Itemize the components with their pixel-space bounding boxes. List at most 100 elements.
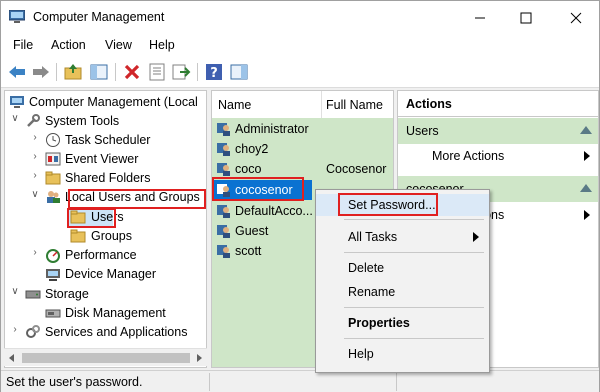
tree-item-disk-management[interactable]: Disk Management (5, 304, 205, 323)
event-viewer-icon (45, 152, 61, 166)
scroll-left-icon[interactable] (8, 354, 16, 362)
menu-view[interactable]: View (105, 38, 132, 52)
actions-section-users[interactable]: Users (398, 118, 598, 144)
user-name: cocosenor (235, 183, 293, 197)
computer-icon (10, 96, 24, 108)
tree-item-system-tools[interactable]: ∨ System Tools (5, 112, 205, 131)
menu-bar: File Action View Help (1, 34, 599, 56)
computer-management-window: Computer Management File Action View Hel… (0, 0, 600, 392)
expanded-chevron-icon[interactable]: ∨ (9, 113, 21, 127)
user-name: coco (235, 162, 262, 176)
user-row-coco[interactable]: coco Cocosenor (212, 159, 393, 179)
menu-help[interactable]: Help (149, 38, 175, 52)
user-icon (217, 225, 230, 238)
column-header-label: Full Name (326, 98, 383, 112)
forward-arrow-icon[interactable] (31, 62, 51, 82)
tree-item-shared-folders[interactable]: › Shared Folders (5, 169, 205, 188)
collapse-triangle-icon[interactable] (580, 126, 592, 134)
column-header-full-name[interactable]: Full Name (322, 91, 393, 118)
expanded-chevron-icon[interactable]: ∨ (29, 189, 41, 203)
properties-icon[interactable] (147, 62, 167, 82)
maximize-button[interactable] (503, 1, 549, 34)
delete-icon[interactable] (122, 62, 142, 82)
column-header-name[interactable]: Name (212, 91, 322, 118)
menu-item-all-tasks[interactable]: All Tasks (316, 226, 489, 248)
menu-item-label: All Tasks (348, 230, 398, 244)
tree-item-services-applications[interactable]: › Services and Applications (5, 323, 205, 342)
help-icon[interactable]: ? (204, 62, 224, 82)
tree-item-storage[interactable]: ∨ Storage (5, 285, 205, 304)
menu-item-rename[interactable]: Rename (316, 281, 489, 303)
submenu-arrow-icon (584, 210, 590, 220)
menu-item-label: Delete (348, 261, 385, 275)
collapsed-chevron-icon[interactable]: › (29, 170, 41, 184)
scrollbar-thumb[interactable] (22, 353, 190, 363)
action-label: More Actions (432, 149, 505, 163)
menu-action[interactable]: Action (51, 38, 86, 52)
menu-item-properties[interactable]: Properties (316, 312, 489, 334)
svg-text:?: ? (210, 66, 218, 81)
tree-item-performance[interactable]: › Performance (5, 246, 205, 265)
back-arrow-icon[interactable] (7, 62, 27, 82)
expanded-chevron-icon[interactable]: ∨ (9, 286, 21, 300)
folder-icon (70, 210, 86, 224)
user-icon (217, 163, 230, 176)
menu-file[interactable]: File (13, 38, 33, 52)
tools-icon (27, 114, 40, 127)
collapsed-chevron-icon[interactable]: › (29, 151, 41, 165)
user-icon (217, 184, 230, 197)
status-text: Set the user's password. (6, 375, 143, 389)
users-group-icon (47, 191, 60, 203)
column-header-label: Name (218, 98, 252, 112)
menu-item-label: Rename (348, 285, 396, 299)
user-row-cocosenor[interactable]: cocosenor (212, 180, 312, 200)
user-name: Administrator (235, 122, 309, 136)
tree-item-computer-management[interactable]: Computer Management (Local (5, 93, 205, 112)
tree-item-event-viewer[interactable]: › Event Viewer (5, 150, 205, 169)
submenu-arrow-icon (584, 151, 590, 161)
window-title: Computer Management (33, 10, 165, 24)
tree-horizontal-scrollbar[interactable] (4, 348, 207, 366)
status-bar: Set the user's password. (1, 370, 599, 392)
user-icon (217, 143, 230, 156)
show-hide-tree-icon[interactable] (89, 62, 109, 82)
maximize-icon (520, 12, 532, 23)
menu-item-label: Help (348, 347, 374, 361)
tree-item-local-users-groups[interactable]: ∨ Local Users and Groups (5, 188, 205, 207)
tree-label: Event Viewer (65, 152, 139, 166)
performance-icon (46, 249, 60, 263)
collapsed-chevron-icon[interactable]: › (29, 247, 41, 261)
menu-item-set-password[interactable]: Set Password... (316, 194, 489, 216)
tree-item-device-manager[interactable]: Device Manager (5, 265, 205, 284)
collapse-triangle-icon[interactable] (580, 184, 592, 192)
section-label: Users (406, 124, 439, 138)
scroll-right-icon[interactable] (195, 354, 203, 362)
minimize-button[interactable] (457, 1, 503, 34)
up-folder-icon[interactable] (63, 62, 83, 82)
tree-item-groups[interactable]: Groups (5, 227, 205, 246)
user-row-administrator[interactable]: Administrator (212, 119, 393, 139)
minimize-icon (475, 17, 485, 18)
menu-item-delete[interactable]: Delete (316, 257, 489, 279)
menu-item-label: Set Password... (348, 198, 436, 212)
collapsed-chevron-icon[interactable]: › (9, 324, 21, 338)
device-manager-icon (46, 269, 60, 281)
user-name: DefaultAcco... (235, 204, 313, 218)
more-actions-users[interactable]: More Actions (398, 145, 598, 167)
title-bar: Computer Management (1, 1, 599, 34)
tree-item-users[interactable]: Users (67, 208, 124, 227)
console-tree: Computer Management (Local ∨ System Tool… (4, 90, 207, 368)
export-icon[interactable] (171, 62, 191, 82)
actions-header-label: Actions (406, 97, 452, 111)
user-row-choy2[interactable]: choy2 (212, 139, 393, 159)
tree-item-task-scheduler[interactable]: › Task Scheduler (5, 131, 205, 150)
menu-item-help[interactable]: Help (316, 343, 489, 365)
action-pane-icon[interactable] (229, 62, 249, 82)
close-button[interactable] (553, 1, 599, 34)
computer-management-icon (9, 10, 25, 23)
services-icon (26, 325, 40, 338)
close-icon (570, 12, 582, 23)
disk-icon (45, 309, 61, 318)
tree-label: Computer Management (Local (29, 95, 198, 109)
collapsed-chevron-icon[interactable]: › (29, 132, 41, 146)
